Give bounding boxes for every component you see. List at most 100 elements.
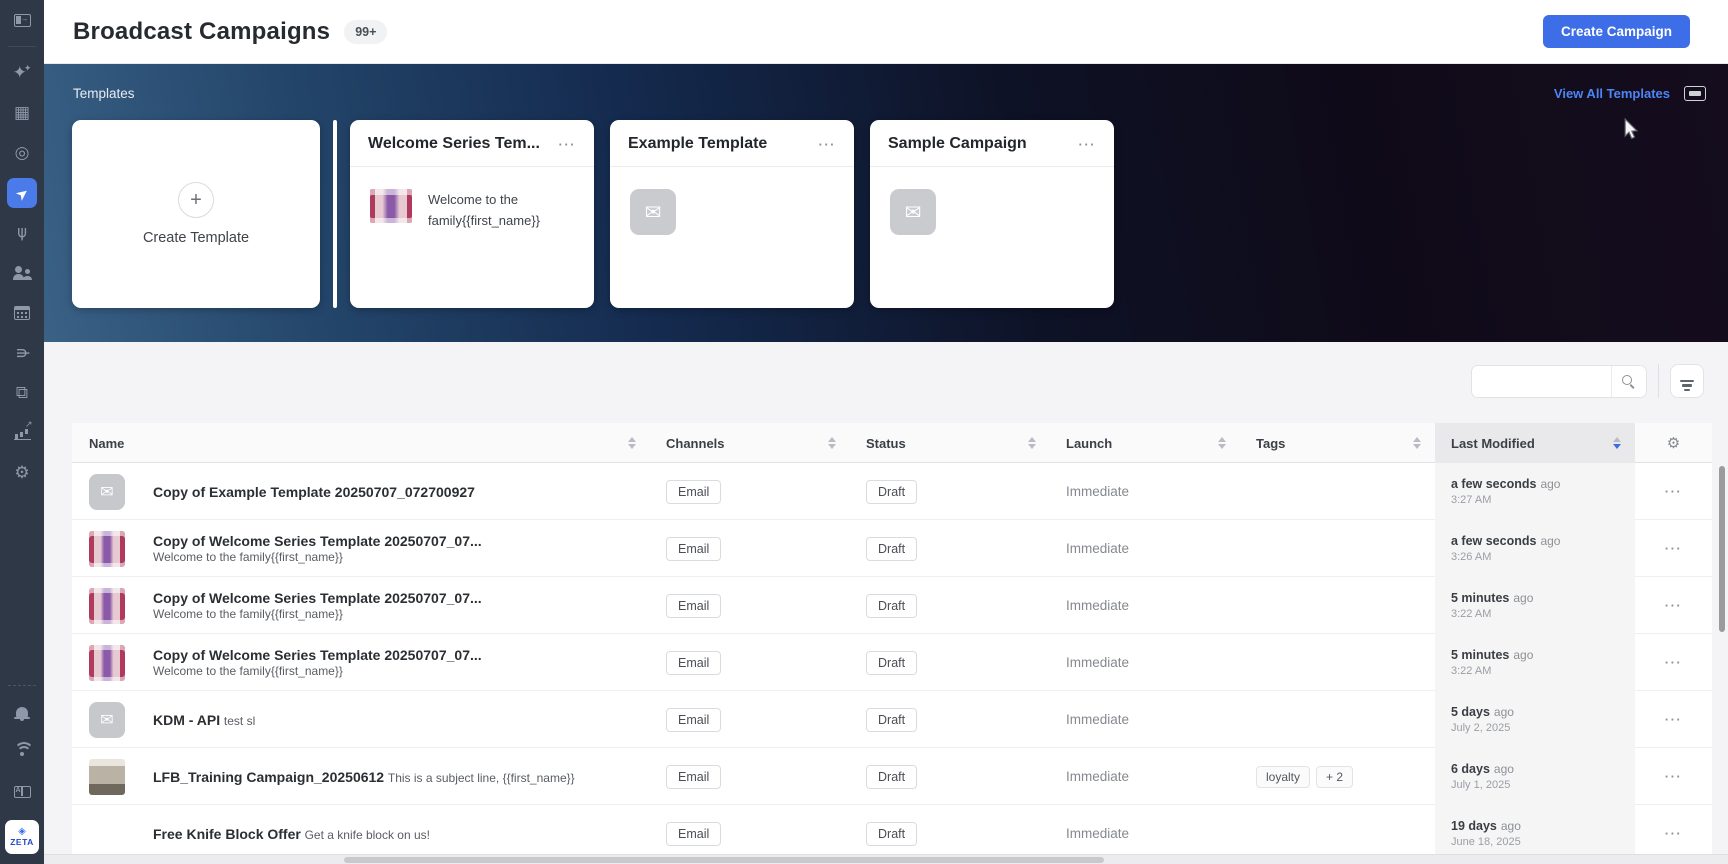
row-subtitle: Welcome to the family{{first_name}} [153, 550, 343, 564]
notifications-bell-icon[interactable] [7, 697, 37, 727]
row-subtitle: This is a subject line, {{first_name}} [388, 771, 575, 785]
column-header-channels[interactable]: Channels [650, 423, 850, 463]
last-modified-cell: a few secondsago 3:27 AM [1435, 463, 1635, 520]
channel-chip: Email [666, 594, 721, 618]
sitemap-icon[interactable]: ⋔ [7, 218, 37, 248]
status-chip: Draft [866, 708, 917, 732]
table-header-row: NameChannelsStatusLaunchTagsLast Modifie… [72, 423, 1712, 463]
cards-divider [333, 120, 337, 308]
modified-detail: June 18, 2025 [1451, 836, 1621, 848]
launch-cell: Immediate [1050, 484, 1240, 499]
modified-suffix: ago [1494, 705, 1514, 719]
row-name: LFB_Training Campaign_20250612 [153, 769, 384, 785]
calendar-icon[interactable] [7, 298, 37, 328]
page-title: Broadcast Campaigns [73, 18, 330, 46]
status-chip: Draft [866, 594, 917, 618]
ai-sparkles-icon[interactable]: ✦✦ [7, 58, 37, 88]
horizontal-scrollbar-thumb[interactable] [344, 857, 1104, 863]
count-badge: 99+ [344, 20, 387, 44]
main-area: Broadcast Campaigns 99+ Create Campaign … [44, 0, 1728, 864]
journey-flow-icon[interactable]: ⋔ [7, 338, 37, 368]
envelope-icon: ✉ [89, 702, 125, 738]
card-more-menu-icon[interactable]: ··· [1079, 137, 1097, 152]
column-header-launch[interactable]: Launch [1050, 423, 1240, 463]
tags-cell: loyalty+ 2 [1240, 766, 1435, 788]
signal-wifi-icon[interactable] [7, 737, 37, 767]
modified-suffix: ago [1501, 819, 1521, 833]
row-more-menu-icon[interactable]: ··· [1635, 826, 1712, 841]
campaigns-table: NameChannelsStatusLaunchTagsLast Modifie… [72, 423, 1712, 862]
search-button[interactable] [1611, 366, 1646, 397]
last-modified-cell: 6 daysago July 1, 2025 [1435, 748, 1635, 805]
card-more-menu-icon[interactable]: ··· [559, 137, 577, 152]
table-body: ✉ Copy of Example Template 20250707_0727… [72, 463, 1712, 862]
settings-gear-icon[interactable]: ⚙ [7, 458, 37, 488]
analytics-chart-icon[interactable] [7, 418, 37, 448]
modified-relative: 19 days [1451, 819, 1497, 833]
sort-icon [1218, 437, 1226, 450]
row-name: Copy of Welcome Series Template 20250707… [153, 647, 482, 663]
row-more-menu-icon[interactable]: ··· [1635, 541, 1712, 556]
filter-button[interactable] [1670, 364, 1704, 398]
card-more-menu-icon[interactable]: ··· [819, 137, 837, 152]
row-more-menu-icon[interactable]: ··· [1635, 655, 1712, 670]
modified-detail: 3:26 AM [1451, 551, 1621, 563]
channel-chip: Email [666, 537, 721, 561]
status-chip: Draft [866, 537, 917, 561]
search-input[interactable] [1472, 366, 1611, 397]
search-box [1471, 365, 1647, 398]
row-more-menu-icon[interactable]: ··· [1635, 484, 1712, 499]
template-card-title: Sample Campaign [888, 135, 1027, 153]
channel-chip: Email [666, 480, 721, 504]
envelope-icon: ✉ [89, 474, 125, 510]
table-row[interactable]: ✉ KDM - API test sl Email Draft Immediat… [72, 691, 1712, 748]
sort-icon [1028, 437, 1036, 450]
table-row[interactable]: LFB_Training Campaign_20250612 This is a… [72, 748, 1712, 805]
dashboard-icon[interactable]: ▦ [7, 98, 37, 128]
template-cards-row: + Create Template Welcome Series Tem... … [72, 120, 1130, 308]
layers-icon[interactable]: ⧉ [7, 378, 37, 408]
template-card[interactable]: Example Template ··· ✉ [610, 120, 854, 308]
audience-people-icon[interactable] [7, 258, 37, 288]
column-header-last-modified[interactable]: Last Modified [1435, 423, 1635, 463]
row-subtitle: Get a knife block on us! [305, 828, 430, 842]
row-more-menu-icon[interactable]: ··· [1635, 598, 1712, 613]
modified-suffix: ago [1494, 762, 1514, 776]
tag-pill: loyalty [1256, 766, 1310, 788]
row-more-menu-icon[interactable]: ··· [1635, 769, 1712, 784]
search-icon [1622, 375, 1632, 385]
docs-book-icon[interactable] [7, 777, 37, 807]
table-row[interactable]: Copy of Welcome Series Template 20250707… [72, 577, 1712, 634]
table-row[interactable]: Copy of Welcome Series Template 20250707… [72, 634, 1712, 691]
horizontal-scrollbar-track[interactable] [44, 854, 1728, 864]
row-name: Free Knife Block Offer [153, 826, 301, 842]
launch-cell: Immediate [1050, 826, 1240, 841]
table-row[interactable]: ✉ Copy of Example Template 20250707_0727… [72, 463, 1712, 520]
zeta-logo[interactable]: ◈ZETA [5, 820, 39, 854]
column-header-status[interactable]: Status [850, 423, 1050, 463]
column-header-name[interactable]: Name [72, 423, 650, 463]
column-settings-gear-icon[interactable]: ⚙ [1635, 423, 1712, 463]
template-card[interactable]: Sample Campaign ··· ✉ [870, 120, 1114, 308]
vertical-scrollbar-thumb[interactable] [1719, 466, 1725, 632]
column-header-tags[interactable]: Tags [1240, 423, 1435, 463]
create-template-card[interactable]: + Create Template [72, 120, 320, 308]
modified-detail: 3:22 AM [1451, 608, 1621, 620]
templates-carousel-icon[interactable] [1684, 86, 1706, 101]
modified-suffix: ago [1540, 477, 1560, 491]
modified-suffix: ago [1513, 648, 1533, 662]
modified-detail: July 1, 2025 [1451, 779, 1621, 791]
target-icon[interactable]: ◎ [7, 138, 37, 168]
table-row[interactable]: Copy of Welcome Series Template 20250707… [72, 520, 1712, 577]
row-thumbnail [89, 588, 125, 624]
row-name: Copy of Welcome Series Template 20250707… [153, 590, 482, 606]
row-more-menu-icon[interactable]: ··· [1635, 712, 1712, 727]
view-all-templates-link[interactable]: View All Templates [1554, 86, 1670, 101]
collapse-panel-icon[interactable] [7, 5, 37, 35]
template-card[interactable]: Welcome Series Tem... ··· Welcome to the… [350, 120, 594, 308]
row-thumbnail [89, 645, 125, 681]
app-root: ✦✦ ▦ ◎ ➤ ⋔ ⋔ ⧉ ⚙ ◈ZETA Broadcast Campaigns 99+ C… [0, 0, 1728, 864]
create-campaign-button[interactable]: Create Campaign [1543, 15, 1690, 48]
create-template-label: Create Template [143, 230, 249, 246]
broadcast-send-icon[interactable]: ➤ [7, 178, 37, 208]
